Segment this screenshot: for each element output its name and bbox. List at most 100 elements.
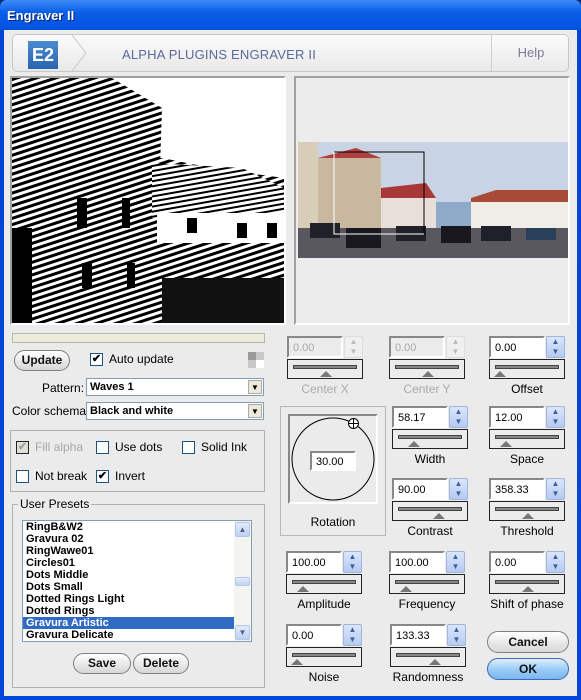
preset-list-item[interactable]: Dotted Rings — [23, 605, 251, 617]
slider-track — [395, 365, 459, 369]
invert-checkbox[interactable]: ✔ Invert — [96, 469, 145, 483]
randomness-input[interactable]: 133.33 — [390, 624, 446, 646]
spin-arrows-icon[interactable]: ▲ ▼ — [449, 478, 468, 500]
offset-input[interactable]: 0.00 — [489, 336, 545, 358]
solid-ink-checkbox[interactable]: Solid Ink — [182, 440, 247, 454]
noise-slider[interactable] — [286, 647, 362, 667]
amplitude-slider[interactable] — [286, 574, 362, 594]
slider-thumb-icon[interactable] — [422, 371, 434, 377]
width-slider[interactable] — [392, 429, 468, 449]
center-y-control: 0.00 ▲ ▼ Center Y — [389, 336, 465, 396]
noise-input[interactable]: 0.00 — [286, 624, 342, 646]
navigator-preview[interactable] — [294, 76, 570, 325]
dialog-window: Engraver II E2 ALPHA PLUGINS ENGRAVER II… — [0, 0, 581, 700]
rotation-input[interactable]: 30.00 — [310, 451, 356, 471]
center-y-label: Center Y — [403, 382, 451, 396]
slider-track — [292, 580, 356, 584]
frequency-control: 100.00 ▲ ▼ Frequency — [389, 551, 465, 611]
slider-thumb-icon[interactable] — [320, 371, 332, 377]
preset-list-item[interactable]: Dotted Rings Light — [23, 593, 251, 605]
use-dots-checkbox[interactable]: Use dots — [96, 440, 162, 454]
preset-list-item[interactable]: Dots Small — [23, 581, 251, 593]
scroll-thumb[interactable] — [235, 577, 250, 586]
presets-list[interactable]: RingB&W2 Gravura 02 RingWawe01 Circles01 Dot… — [22, 520, 252, 642]
spin-arrows-icon[interactable]: ▲ ▼ — [344, 336, 363, 358]
slider-track — [495, 365, 559, 369]
slider-thumb-icon[interactable] — [408, 441, 420, 447]
save-preset-button[interactable]: Save — [73, 653, 131, 674]
help-link[interactable]: Help — [492, 35, 570, 71]
slider-thumb-icon[interactable] — [522, 513, 534, 519]
color-schema-select[interactable]: Black and white ▼ — [86, 402, 264, 420]
fill-alpha-checkbox[interactable]: ✔ Fill alpha — [16, 440, 83, 454]
shift-of-phase-slider[interactable] — [489, 574, 565, 594]
auto-update-checkbox[interactable]: ✔ Auto update — [90, 352, 174, 366]
solid-ink-label: Solid Ink — [201, 440, 248, 454]
randomness-slider[interactable] — [390, 647, 466, 667]
preset-list-item[interactable]: Dots Middle — [23, 569, 251, 581]
center-x-input[interactable]: 0.00 — [287, 336, 343, 358]
width-input[interactable]: 58.17 — [392, 406, 448, 428]
slider-thumb-icon[interactable] — [522, 586, 534, 592]
spin-arrows-icon[interactable]: ▲ ▼ — [447, 624, 466, 646]
background-toggle-icon[interactable] — [248, 352, 264, 368]
e2-logo: E2 — [28, 41, 58, 69]
space-slider[interactable] — [489, 429, 565, 449]
frequency-slider[interactable] — [389, 574, 465, 594]
offset-slider[interactable] — [489, 359, 565, 379]
threshold-slider[interactable] — [489, 501, 565, 521]
shift-of-phase-input[interactable]: 0.00 — [489, 551, 545, 573]
scroll-down-icon[interactable]: ▼ — [235, 625, 250, 640]
presets-scrollbar[interactable]: ▲ ▼ — [234, 521, 251, 641]
preset-list-item[interactable]: Gravura Delicate — [23, 629, 251, 641]
contrast-slider[interactable] — [392, 501, 468, 521]
rotation-dial-frame: 30.00 — [288, 414, 378, 504]
spin-arrows-icon[interactable]: ▲ ▼ — [446, 336, 465, 358]
rotation-handle-icon — [348, 418, 359, 429]
center-x-slider[interactable] — [287, 359, 363, 379]
spin-arrows-icon[interactable]: ▲ ▼ — [446, 551, 465, 573]
preset-list-item[interactable]: RingB&W2 — [23, 521, 251, 533]
checkbox-box — [182, 440, 195, 454]
spin-arrows-icon[interactable]: ▲ ▼ — [449, 406, 468, 428]
cancel-button[interactable]: Cancel — [487, 631, 569, 653]
dropdown-arrow-icon[interactable]: ▼ — [248, 380, 262, 394]
slider-thumb-icon[interactable] — [297, 586, 309, 592]
threshold-input[interactable]: 358.33 — [489, 478, 545, 500]
engraved-preview[interactable] — [10, 76, 286, 325]
spin-arrows-icon[interactable]: ▲ ▼ — [546, 551, 565, 573]
update-button[interactable]: Update — [14, 350, 70, 371]
slider-thumb-icon[interactable] — [400, 586, 412, 592]
spin-arrows-icon[interactable]: ▲ ▼ — [546, 406, 565, 428]
pattern-select[interactable]: Waves 1 ▼ — [86, 378, 264, 396]
ok-button[interactable]: OK — [487, 658, 569, 680]
space-input[interactable]: 12.00 — [489, 406, 545, 428]
frequency-input[interactable]: 100.00 — [389, 551, 445, 573]
preset-list-item[interactable]: Gravura Artistic — [23, 617, 251, 629]
slider-thumb-icon[interactable] — [500, 441, 512, 447]
space-control: 12.00 ▲ ▼ Space — [489, 406, 565, 466]
title-bar: Engraver II — [0, 0, 581, 30]
contrast-label: Contrast — [407, 524, 453, 538]
spin-arrows-icon[interactable]: ▲ ▼ — [546, 478, 565, 500]
amplitude-label: Amplitude — [297, 597, 351, 611]
threshold-control: 358.33 ▲ ▼ Threshold — [489, 478, 565, 538]
preset-list-item[interactable]: Circles01 — [23, 557, 251, 569]
slider-thumb-icon[interactable] — [433, 513, 445, 519]
slider-thumb-icon[interactable] — [494, 371, 506, 377]
amplitude-input[interactable]: 100.00 — [286, 551, 342, 573]
center-y-slider[interactable] — [389, 359, 465, 379]
delete-preset-button[interactable]: Delete — [133, 653, 189, 674]
spin-arrows-icon[interactable]: ▲ ▼ — [546, 336, 565, 358]
slider-thumb-icon[interactable] — [429, 659, 441, 665]
scroll-up-icon[interactable]: ▲ — [235, 522, 250, 537]
dropdown-arrow-icon[interactable]: ▼ — [248, 404, 262, 418]
contrast-input[interactable]: 90.00 — [392, 478, 448, 500]
slider-thumb-icon[interactable] — [291, 659, 303, 665]
spin-arrows-icon[interactable]: ▲ ▼ — [343, 624, 362, 646]
not-break-checkbox[interactable]: Not break — [16, 469, 87, 483]
preset-list-item[interactable]: RingWawe01 — [23, 545, 251, 557]
preset-list-item[interactable]: Gravura 02 — [23, 533, 251, 545]
spin-arrows-icon[interactable]: ▲ ▼ — [343, 551, 362, 573]
center-y-input[interactable]: 0.00 — [389, 336, 445, 358]
